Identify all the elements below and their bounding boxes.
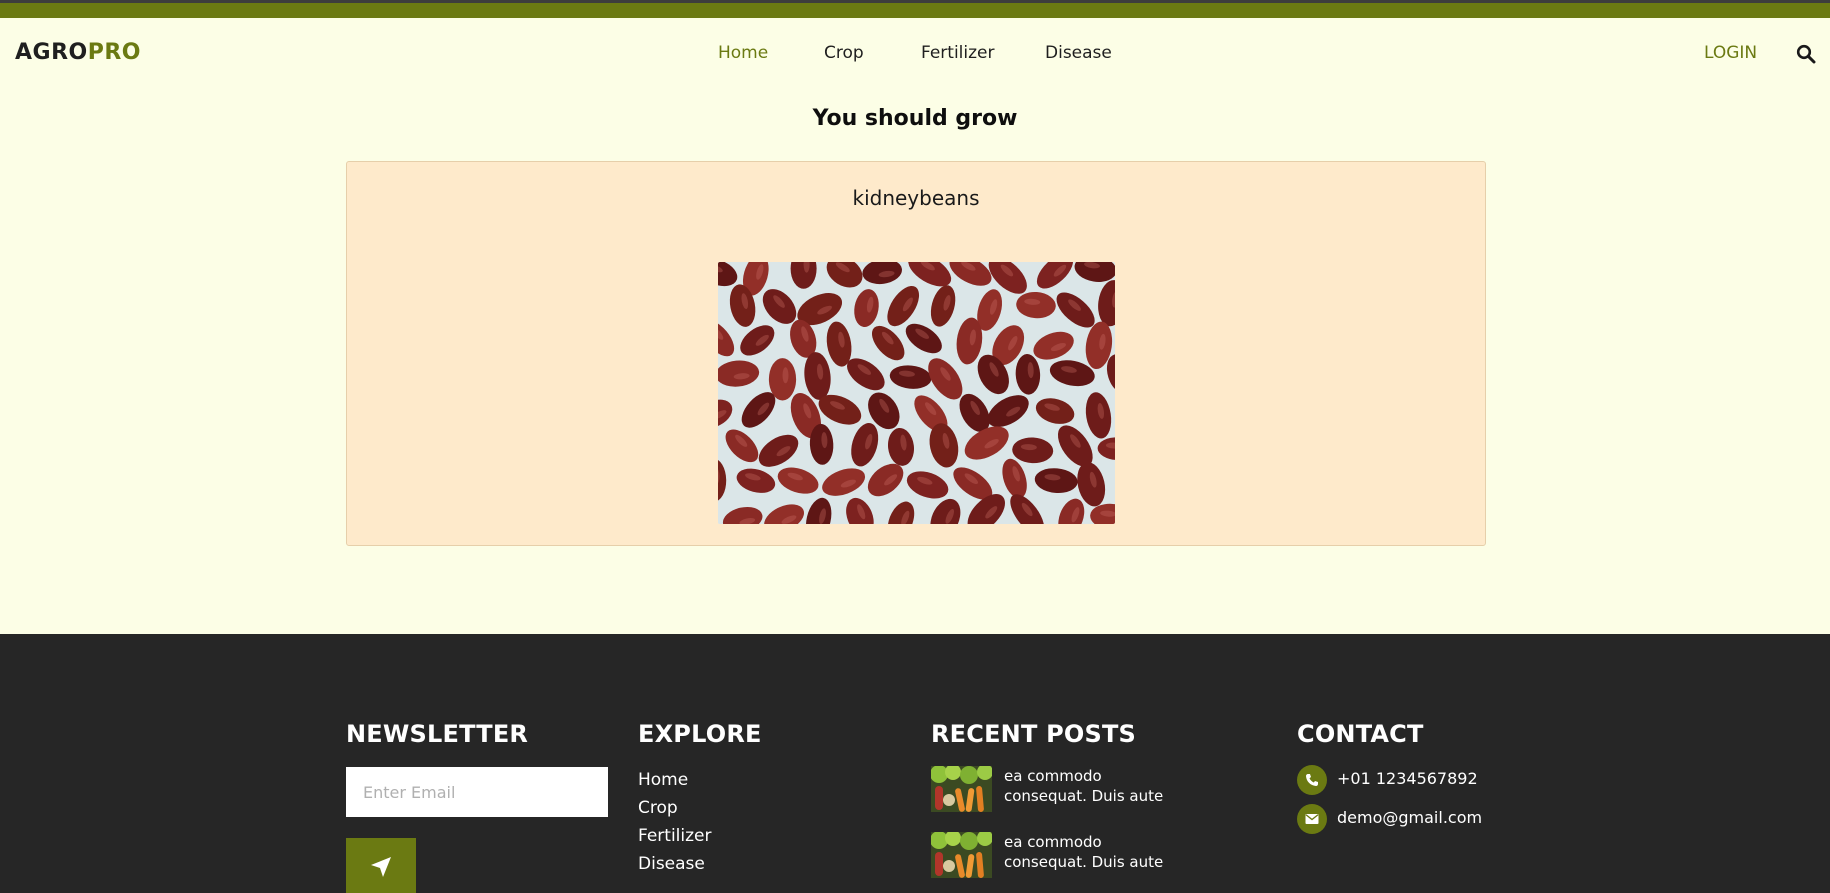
crop-name: kidneybeans <box>852 186 980 210</box>
paper-plane-icon <box>370 856 392 881</box>
crop-image <box>718 262 1115 524</box>
post-title-line2: consequat. Duis aute <box>1004 787 1164 805</box>
post-title-line1: ea commodo <box>1004 767 1102 785</box>
explore-links: Home Crop Fertilizer Disease <box>638 766 712 878</box>
footer-link-disease[interactable]: Disease <box>638 850 712 878</box>
post-title-line1: ea commodo <box>1004 833 1102 851</box>
newsletter-send-button[interactable] <box>346 838 416 893</box>
newsletter-email-input[interactable] <box>346 767 608 817</box>
contact-email[interactable]: demo@gmail.com <box>1297 804 1537 834</box>
recent-posts-heading: RECENT POSTS <box>931 720 1137 748</box>
contact-phone[interactable]: +01 1234567892 <box>1297 765 1537 795</box>
newsletter-heading: NEWSLETTER <box>346 720 529 748</box>
post-title: ea commodo consequat. Duis aute <box>1004 832 1194 872</box>
post-thumbnail <box>931 832 992 878</box>
nav-disease-link[interactable]: Disease <box>1045 43 1112 63</box>
recent-post-item[interactable]: ea commodo consequat. Duis aute <box>931 832 1211 878</box>
post-thumbnail <box>931 766 992 812</box>
search-icon[interactable] <box>1796 44 1816 64</box>
nav-fertilizer-link[interactable]: Fertilizer <box>921 43 995 63</box>
site-footer: NEWSLETTER EXPLORE Home Crop Fertilizer … <box>0 634 1830 893</box>
footer-link-fertilizer[interactable]: Fertilizer <box>638 822 712 850</box>
recent-post-item[interactable]: ea commodo consequat. Duis aute <box>931 766 1211 812</box>
main-nav: Home Crop Fertilizer Disease <box>0 43 1830 69</box>
phone-icon <box>1297 765 1327 795</box>
footer-link-home[interactable]: Home <box>638 766 712 794</box>
nav-home-link[interactable]: Home <box>718 43 768 63</box>
post-title: ea commodo consequat. Duis aute <box>1004 766 1194 806</box>
result-card: kidneybeans <box>346 161 1486 546</box>
footer-link-crop[interactable]: Crop <box>638 794 712 822</box>
nav-crop-link[interactable]: Crop <box>824 43 864 63</box>
post-title-line2: consequat. Duis aute <box>1004 853 1164 871</box>
explore-heading: EXPLORE <box>638 720 762 748</box>
top-accent-bar <box>0 0 1830 18</box>
result-heading: You should grow <box>812 106 1018 131</box>
login-link[interactable]: LOGIN <box>1704 43 1757 63</box>
contact-phone-text: +01 1234567892 <box>1337 769 1478 788</box>
envelope-icon <box>1297 804 1327 834</box>
contact-heading: CONTACT <box>1297 720 1424 748</box>
contact-email-text: demo@gmail.com <box>1337 808 1483 827</box>
